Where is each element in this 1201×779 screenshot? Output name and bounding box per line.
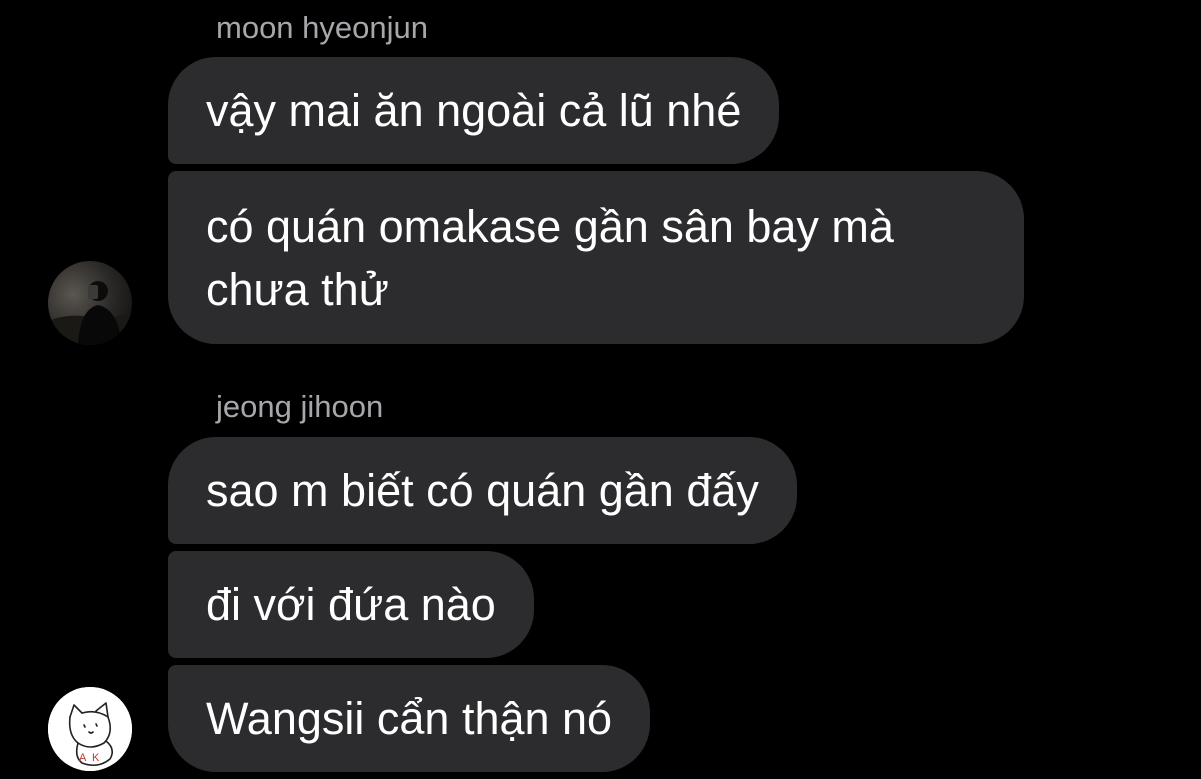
sender-name[interactable]: moon hyeonjun: [216, 10, 428, 46]
message-bubble[interactable]: có quán omakase gần sân bay mà chưa thử: [168, 171, 1024, 344]
message-bubble[interactable]: sao m biết có quán gần đấy: [168, 437, 797, 544]
profile-photo-person-dark-icon: [48, 261, 132, 345]
profile-cat-drawing-icon: A K: [48, 687, 132, 771]
message-bubble[interactable]: Wangsii cẩn thận nó: [168, 665, 651, 772]
svg-text:A: A: [79, 752, 87, 764]
message-bubble[interactable]: đi với đứa nào: [168, 551, 534, 658]
svg-text:K: K: [92, 752, 100, 764]
sender-name[interactable]: jeong jihoon: [216, 389, 383, 425]
message-bubble[interactable]: vậy mai ăn ngoài cả lũ nhé: [168, 57, 780, 164]
avatar-jeong-jihoon[interactable]: A K: [48, 687, 132, 771]
avatar-moon-hyeonjun[interactable]: [48, 261, 132, 345]
